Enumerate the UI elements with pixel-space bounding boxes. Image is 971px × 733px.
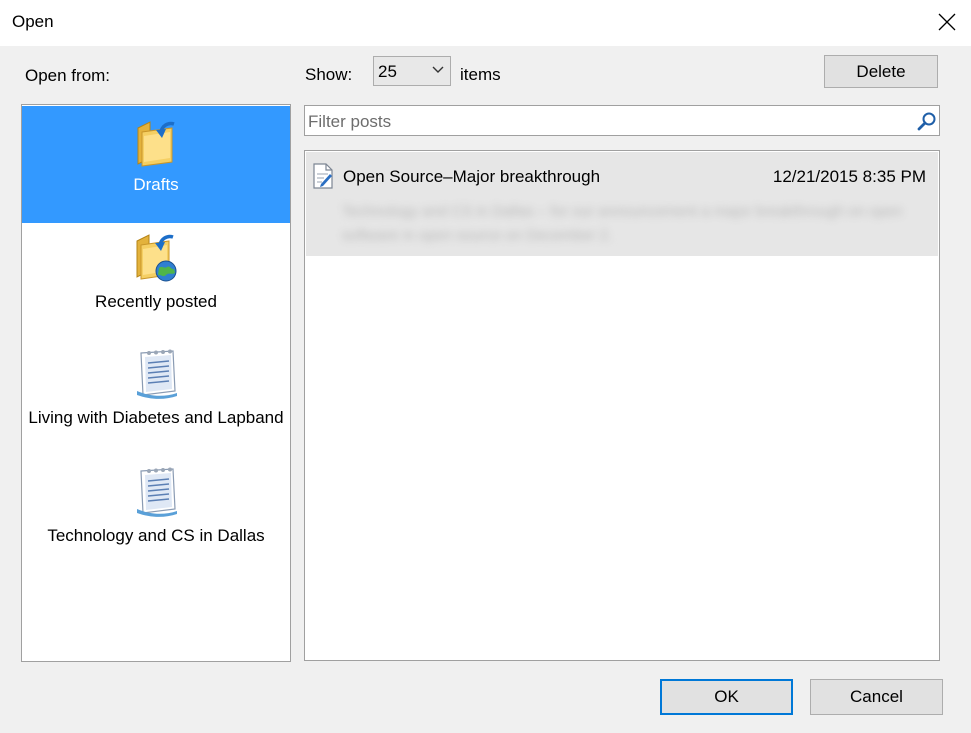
recently-posted-folder-icon	[136, 234, 177, 282]
window-title: Open	[12, 12, 54, 31]
drafts-folder-icon	[137, 121, 175, 167]
sidebar-item-living-with-diabetes[interactable]: Living with Diabetes and Lapband	[22, 345, 290, 455]
chevron-down-icon	[432, 66, 444, 73]
items-label: items	[460, 65, 501, 84]
open-from-label: Open from:	[25, 66, 111, 85]
close-button[interactable]	[931, 6, 963, 38]
title-bar: Open	[0, 0, 971, 46]
filter-posts-field[interactable]: Filter posts	[304, 105, 940, 136]
post-document-icon	[313, 163, 333, 189]
sidebar-item-label: Drafts	[133, 175, 179, 194]
show-count-select[interactable]: 25	[373, 56, 451, 86]
post-title: Open Source–Major breakthrough	[343, 167, 601, 186]
sidebar-item-label: Recently posted	[95, 292, 217, 311]
sidebar-item-drafts[interactable]: Drafts	[22, 106, 290, 223]
search-icon[interactable]	[917, 111, 937, 131]
sidebar-item-technology-cs-dallas[interactable]: Technology and CS in Dallas	[22, 463, 290, 559]
ok-button[interactable]: OK	[660, 679, 793, 715]
filter-posts-placeholder: Filter posts	[308, 112, 392, 131]
show-label: Show:	[305, 65, 353, 84]
blog-notebook-icon	[137, 349, 177, 399]
open-from-list[interactable]: Drafts Recently posted Living with Diabe	[21, 104, 291, 662]
sidebar-item-recently-posted[interactable]: Recently posted	[22, 229, 290, 325]
show-count-value: 25	[378, 62, 397, 81]
cancel-button[interactable]: Cancel	[810, 679, 943, 715]
delete-button[interactable]: Delete	[824, 55, 938, 88]
close-icon	[938, 13, 956, 31]
post-excerpt: Technology and CS in Dallas – for our an…	[342, 203, 903, 244]
posts-list[interactable]: Open Source–Major breakthrough 12/21/201…	[304, 150, 940, 661]
list-item[interactable]: Open Source–Major breakthrough 12/21/201…	[306, 152, 938, 256]
post-date: 12/21/2015 8:35 PM	[772, 167, 926, 186]
blog-notebook-icon	[137, 467, 177, 517]
sidebar-item-label: Technology and CS in Dallas	[47, 526, 265, 545]
sidebar-item-label: Living with Diabetes and Lapband	[28, 408, 284, 427]
